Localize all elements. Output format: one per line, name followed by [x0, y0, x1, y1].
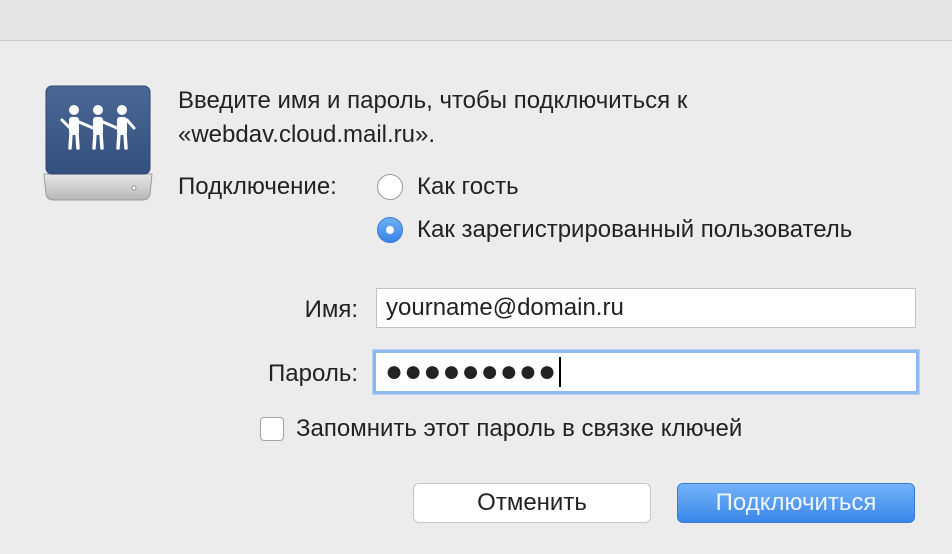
radio-guest-button[interactable]: [377, 174, 403, 200]
radio-guest-label: Как гость: [417, 173, 519, 200]
radio-registered-user-button[interactable]: [377, 217, 403, 243]
network-drive-icon: [42, 82, 154, 204]
radio-registered-user-label: Как зарегистрированный пользователь: [417, 216, 853, 243]
window-title-bar: [0, 0, 952, 41]
prompt-line-1: Введите имя и пароль, чтобы подключиться…: [178, 87, 688, 114]
password-field[interactable]: ●●●●●●●●●: [373, 350, 919, 394]
connect-prompt: Введите имя и пароль, чтобы подключиться…: [178, 84, 918, 152]
cancel-button[interactable]: Отменить: [413, 483, 651, 523]
connection-label: Подключение:: [178, 173, 337, 200]
remember-password-checkbox[interactable]: [260, 417, 284, 441]
password-field-value: ●●●●●●●●●: [385, 355, 558, 388]
radio-guest[interactable]: Как гость: [377, 170, 519, 204]
name-field[interactable]: yourname@domain.ru: [376, 288, 916, 328]
connect-button[interactable]: Подключиться: [677, 483, 915, 523]
remember-password-label: Запомнить этот пароль в связке ключей: [296, 415, 743, 442]
text-cursor: [559, 357, 562, 387]
password-label: Пароль:: [268, 360, 358, 387]
prompt-line-2-server: «webdav.cloud.mail.ru».: [178, 121, 436, 148]
name-field-value: yourname@domain.ru: [386, 294, 624, 321]
remember-password-option[interactable]: Запомнить этот пароль в связке ключей: [260, 413, 742, 445]
name-label: Имя:: [304, 296, 358, 323]
radio-registered-user[interactable]: Как зарегистрированный пользователь: [377, 213, 852, 247]
